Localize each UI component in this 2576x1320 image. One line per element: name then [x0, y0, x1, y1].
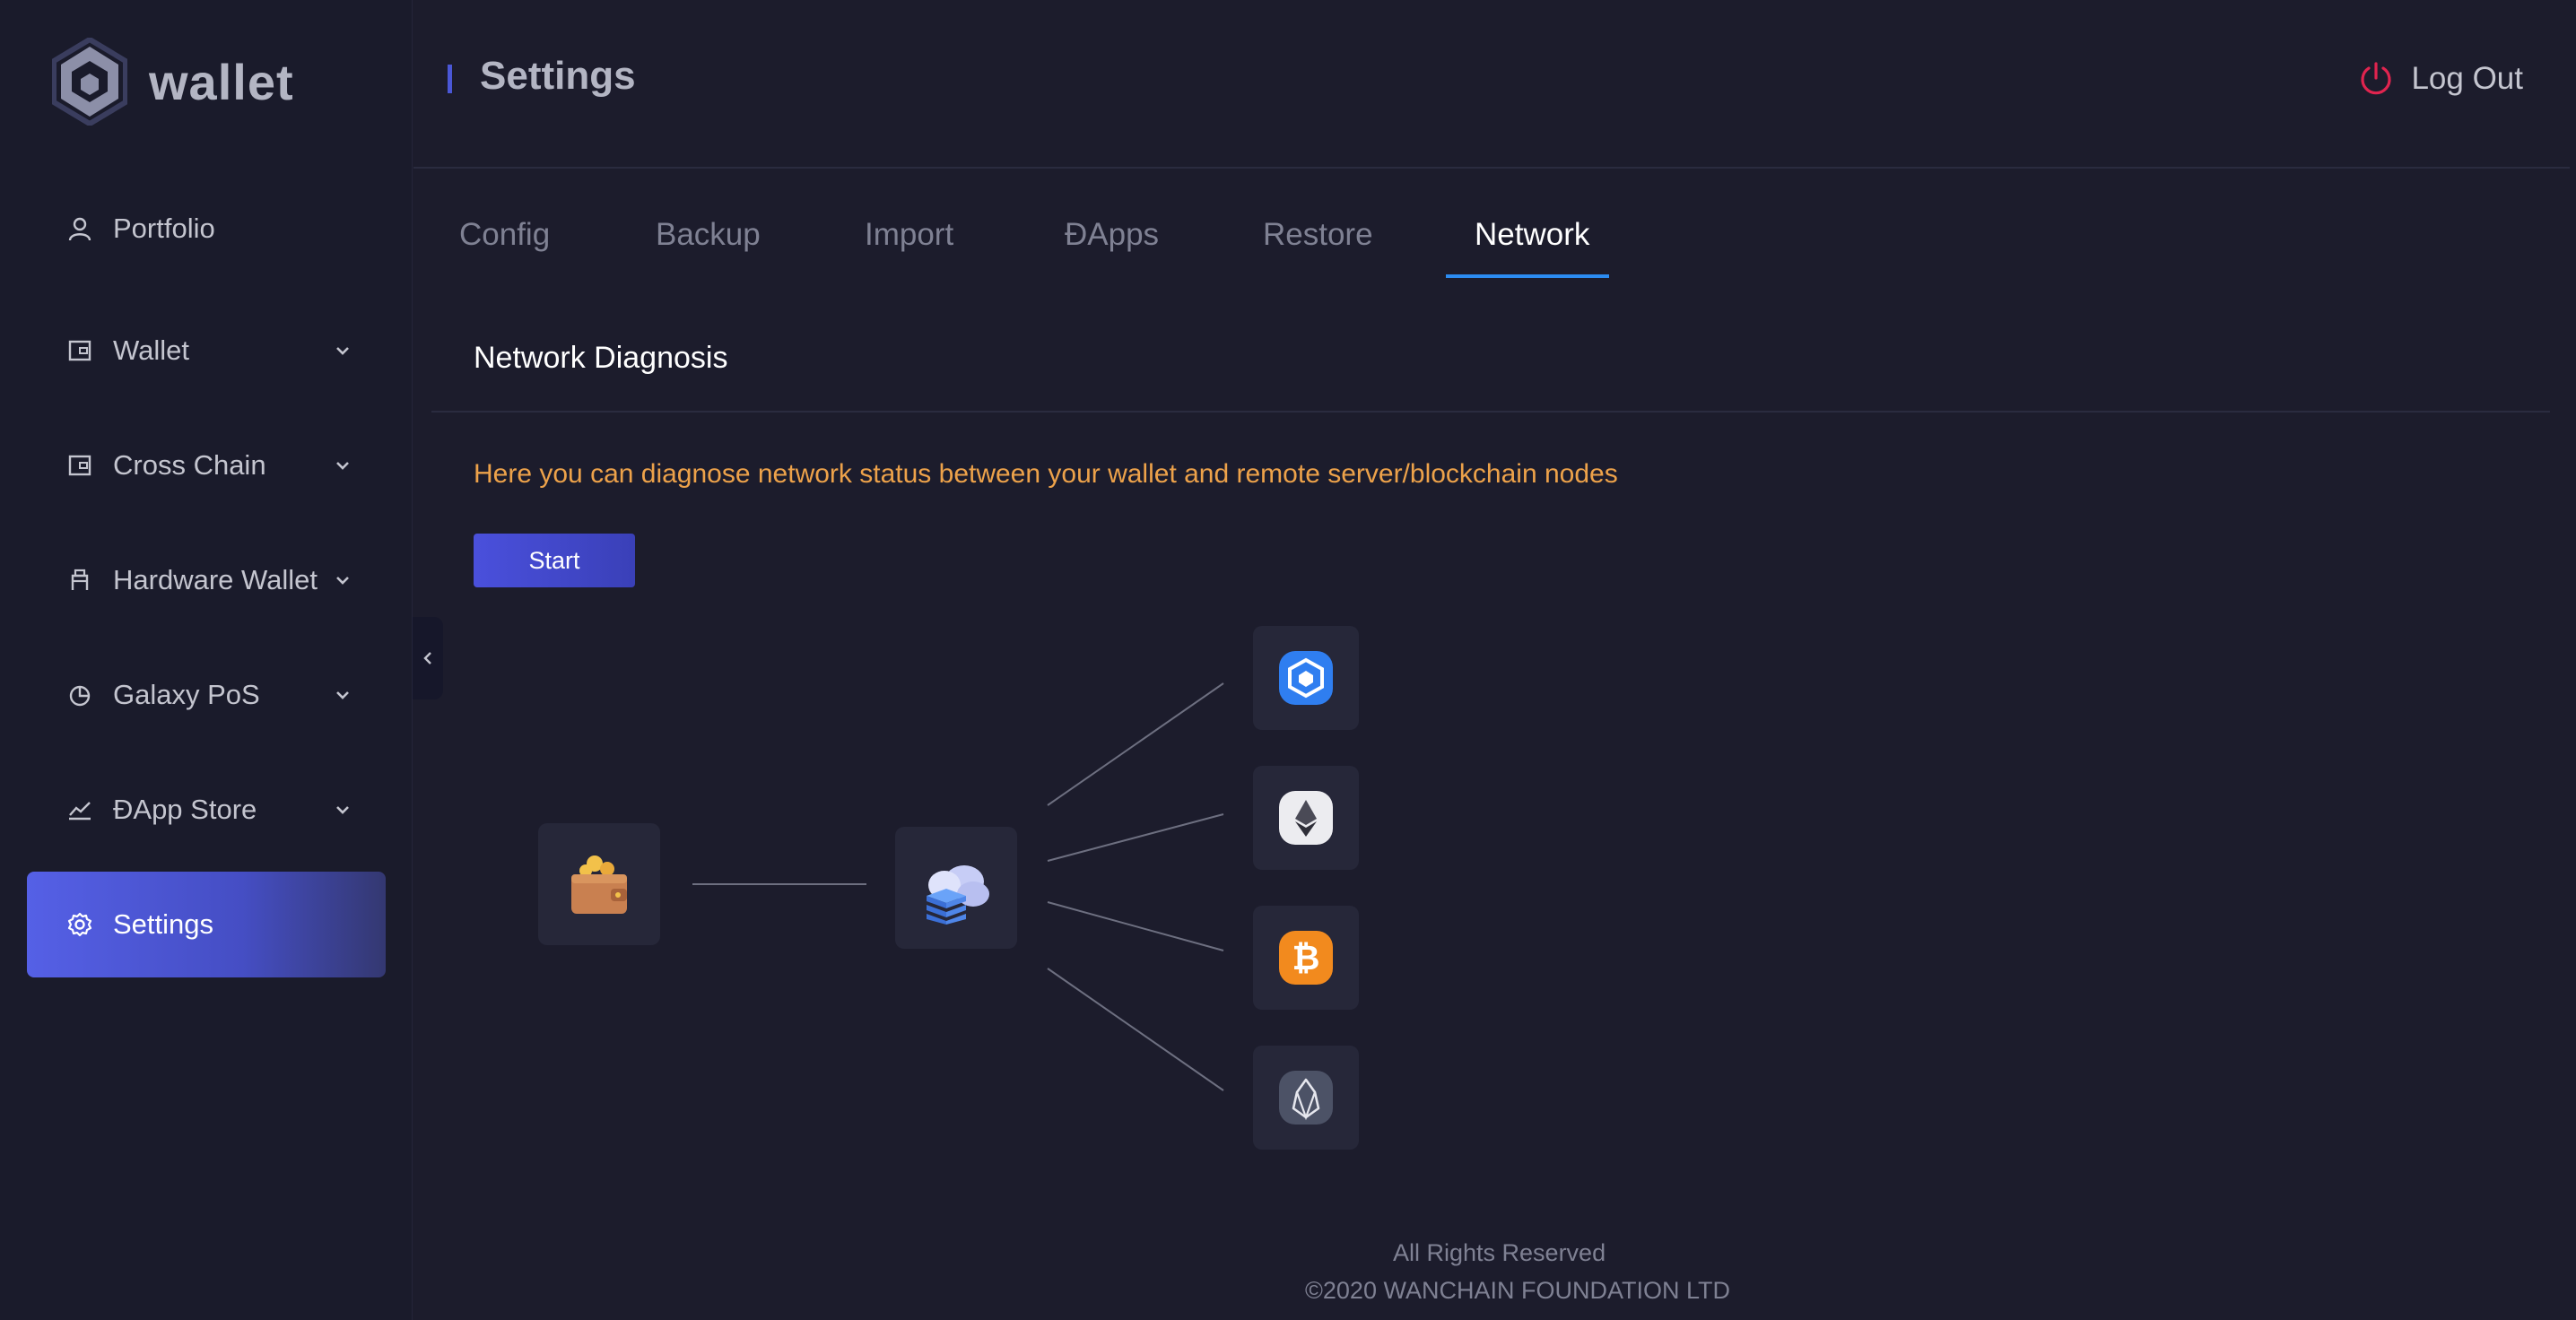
ethereum-node — [1253, 766, 1359, 870]
svg-text:₿: ₿ — [1292, 938, 1320, 977]
footer-copyright: ©2020 WANCHAIN FOUNDATION LTD — [1305, 1277, 1730, 1304]
wanchain-icon — [1279, 651, 1333, 705]
bitcoin-icon: ₿ — [1279, 931, 1333, 985]
wallet-node — [538, 823, 660, 945]
eos-icon — [1279, 1071, 1333, 1125]
server-node — [895, 827, 1017, 949]
footer-rights: All Rights Reserved — [1393, 1239, 1606, 1266]
wallet-icon — [571, 855, 627, 914]
eos-node — [1253, 1046, 1359, 1150]
wanchain-node — [1253, 626, 1359, 730]
bitcoin-node: ₿ — [1253, 906, 1359, 1010]
server-cloud-icon — [927, 865, 989, 925]
ethereum-icon — [1279, 791, 1333, 845]
